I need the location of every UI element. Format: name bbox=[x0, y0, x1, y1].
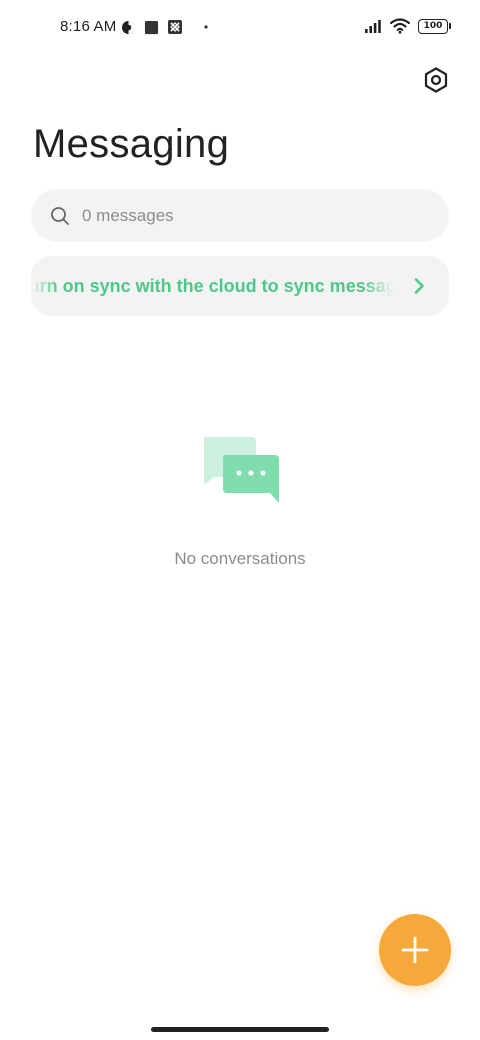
empty-conversations-icon bbox=[204, 437, 279, 503]
search-input[interactable]: 0 messages bbox=[82, 206, 174, 226]
sync-text-viewport: Turn on sync with the cloud to sync mess… bbox=[31, 256, 393, 316]
search-icon bbox=[51, 206, 69, 225]
sync-fade-right bbox=[363, 256, 393, 316]
wifi-icon bbox=[390, 18, 410, 34]
empty-state-text: No conversations bbox=[174, 549, 306, 568]
signal-icon bbox=[365, 20, 381, 33]
battery-icon: 100 bbox=[418, 18, 451, 34]
status-left-icons bbox=[121, 19, 211, 35]
screen-icon bbox=[168, 20, 182, 34]
dot-icon bbox=[204, 25, 208, 29]
settings-icon bbox=[424, 67, 448, 93]
status-right-icons: 100 bbox=[364, 18, 451, 34]
square-notification-icon bbox=[144, 20, 159, 34]
messaging-screen: 8:16 AM 100 Messaging 0 messages Turn on… bbox=[0, 0, 480, 1040]
sync-fade-left bbox=[31, 256, 59, 316]
settings-button[interactable] bbox=[421, 65, 451, 95]
data-saver-icon bbox=[121, 20, 136, 34]
page-title: Messaging bbox=[33, 122, 230, 166]
sync-banner-text: Turn on sync with the cloud to sync mess… bbox=[31, 276, 393, 296]
new-message-button[interactable] bbox=[379, 914, 451, 986]
search-bar[interactable]: 0 messages bbox=[31, 189, 449, 242]
status-bar: 8:16 AM 100 bbox=[0, 0, 480, 56]
sync-banner[interactable]: Turn on sync with the cloud to sync mess… bbox=[31, 256, 449, 316]
home-indicator[interactable] bbox=[151, 1027, 329, 1032]
status-time: 8:16 AM bbox=[60, 18, 117, 35]
chevron-right-icon bbox=[414, 278, 424, 294]
plus-icon bbox=[401, 936, 429, 964]
